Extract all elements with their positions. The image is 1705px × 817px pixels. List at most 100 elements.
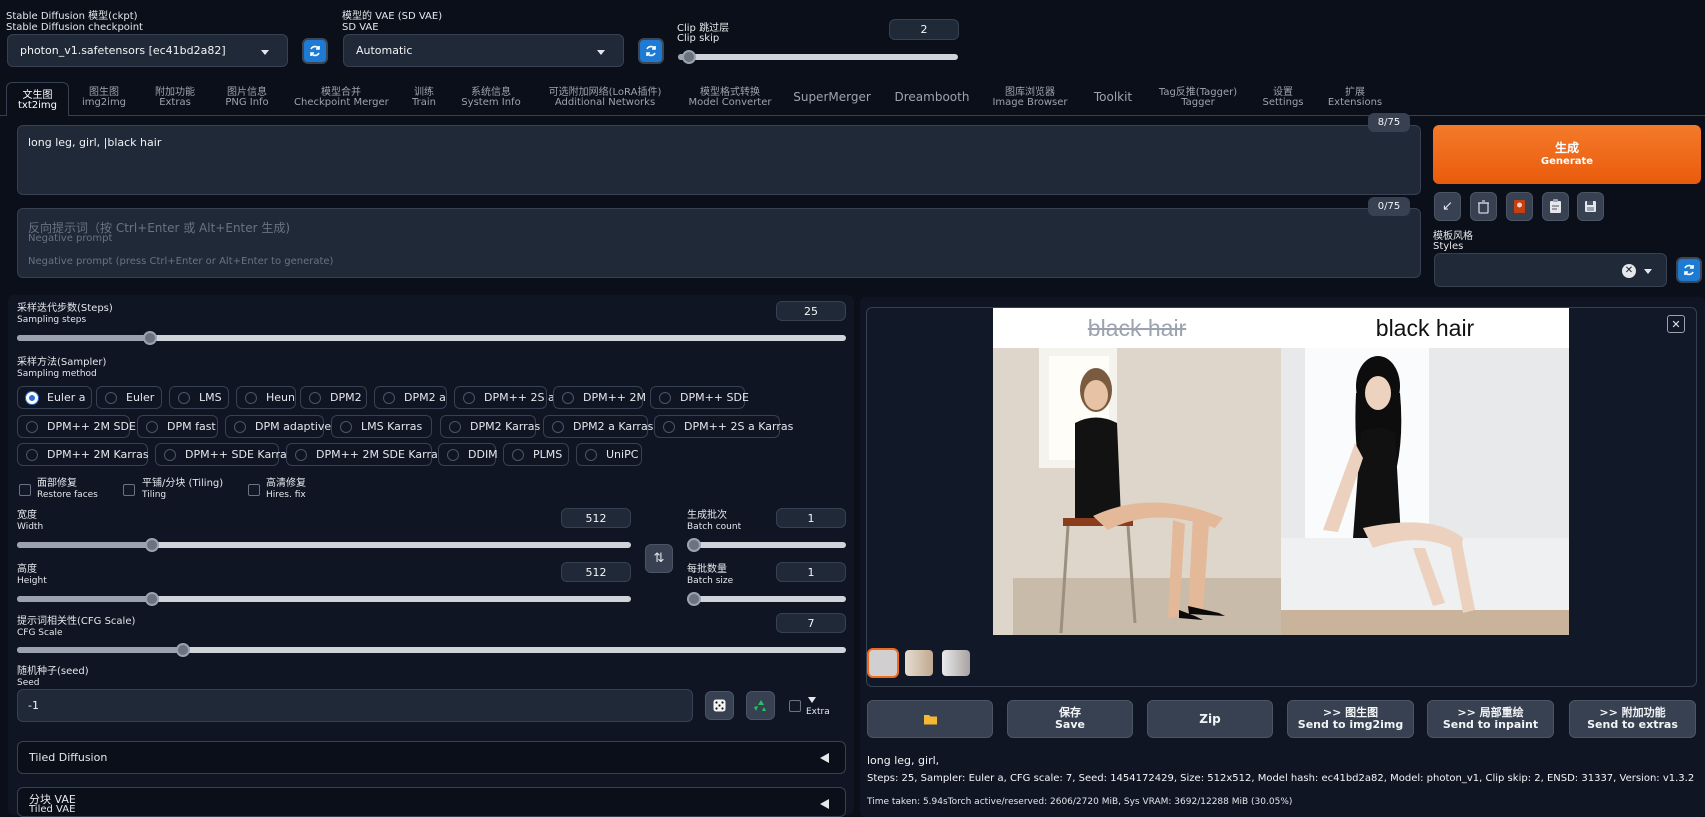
sampler-option[interactable]: UniPC — [576, 443, 642, 466]
tab-toolkit[interactable]: Toolkit — [1086, 91, 1140, 103]
tab-supermerger[interactable]: SuperMerger — [790, 91, 874, 103]
sampler-option[interactable]: DPM2 Karras — [440, 415, 540, 438]
save-button[interactable]: 保存 Save — [1007, 700, 1133, 738]
sampler-option[interactable]: DPM2 — [300, 386, 367, 409]
styles-dropdown[interactable]: ✕ — [1434, 253, 1667, 287]
tiled-diffusion-accordion[interactable]: Tiled Diffusion — [17, 741, 846, 774]
send-to-img2img-button[interactable]: >> 图生图 Send to img2img — [1287, 700, 1414, 738]
slider-handle[interactable] — [145, 592, 160, 606]
tiling-checkbox[interactable] — [123, 484, 135, 496]
close-icon[interactable]: ✕ — [1667, 315, 1685, 333]
tab-checkpoint-merger[interactable]: 模型合并 Checkpoint Merger — [294, 88, 389, 108]
sampler-option[interactable]: Heun — [236, 386, 296, 409]
slider-handle[interactable] — [175, 643, 190, 657]
sampler-option[interactable]: Euler a — [17, 386, 92, 409]
radio-circle-icon — [663, 420, 675, 433]
extra-seed-checkbox[interactable] — [789, 700, 801, 712]
zip-button[interactable]: Zip — [1147, 700, 1273, 738]
sampler-option[interactable]: DPM2 a — [374, 386, 447, 409]
refresh-checkpoint-button[interactable] — [302, 38, 328, 64]
batch-count-input[interactable]: 1 — [776, 508, 846, 528]
clip-skip-slider[interactable] — [678, 50, 958, 64]
batch-count-slider[interactable] — [687, 538, 846, 552]
refresh-vae-button[interactable] — [638, 38, 664, 64]
width-input[interactable]: 512 — [561, 508, 631, 528]
refresh-styles-button[interactable] — [1676, 257, 1702, 283]
sampler-option[interactable]: DPM++ 2S a Karras — [654, 415, 793, 438]
restore-faces-checkbox[interactable] — [19, 484, 31, 496]
thumbnail-image-1[interactable] — [905, 650, 933, 676]
tab-extras[interactable]: 附加功能 Extras — [144, 88, 206, 108]
tab-model-converter[interactable]: 模型格式转换 Model Converter — [684, 88, 776, 108]
tab-dreambooth[interactable]: Dreambooth — [890, 91, 974, 103]
cfg-input[interactable]: 7 — [776, 613, 846, 633]
sampler-option[interactable]: DDIM — [438, 443, 498, 466]
tab-settings[interactable]: 设置 Settings — [1258, 88, 1308, 108]
sampler-option[interactable]: DPM++ 2M Karras — [17, 443, 149, 466]
sampler-option[interactable]: LMS — [169, 386, 229, 409]
tab-png-info[interactable]: 图片信息 PNG Info — [216, 88, 278, 108]
cfg-slider[interactable] — [17, 643, 846, 657]
triangle-down-icon — [808, 697, 816, 703]
preview-image[interactable]: black hair black hair — [993, 308, 1569, 635]
negative-prompt-textarea[interactable]: 反向提示词（按 Ctrl+Enter 或 Alt+Enter 生成) Negat… — [17, 208, 1421, 278]
show-extra-networks-button[interactable] — [1506, 192, 1533, 221]
slider-handle[interactable] — [687, 538, 701, 552]
steps-label-en: Sampling steps — [17, 315, 87, 325]
tab-train[interactable]: 训练 Train — [404, 88, 444, 108]
tab-image-browser[interactable]: 图库浏览器 Image Browser — [992, 88, 1068, 108]
tab-img2img[interactable]: 图生图 img2img — [76, 88, 132, 108]
hires-fix-checkbox[interactable] — [248, 484, 260, 496]
clear-icon[interactable]: ✕ — [1622, 264, 1636, 278]
tab-txt2img[interactable]: 文生图 txt2img — [6, 82, 69, 116]
tab-tagger[interactable]: Tag反推(Tagger) Tagger — [1156, 88, 1240, 108]
tab-extensions[interactable]: 扩展 Extensions — [1322, 88, 1388, 108]
send-to-inpaint-button[interactable]: >> 局部重绘 Send to inpaint — [1427, 700, 1554, 738]
batch-size-slider[interactable] — [687, 592, 846, 606]
prompt-textarea[interactable]: long leg, girl, |black hair — [17, 125, 1421, 195]
swap-dimensions-button[interactable]: ⇅ — [645, 544, 673, 573]
save-style-button[interactable] — [1577, 192, 1604, 221]
tab-additional-networks[interactable]: 可选附加网络(LoRA插件) Additional Networks — [540, 88, 670, 108]
sampler-option[interactable]: DPM++ 2M SDE Karras — [286, 443, 444, 466]
height-input[interactable]: 512 — [561, 562, 631, 582]
sampler-option[interactable]: DPM++ 2M — [553, 386, 646, 409]
slider-handle[interactable] — [145, 538, 160, 552]
radio-circle-icon — [26, 391, 38, 404]
slider-handle[interactable] — [142, 331, 157, 345]
width-slider[interactable] — [17, 538, 631, 552]
vae-dropdown[interactable]: Automatic — [343, 34, 624, 67]
clear-prompt-button[interactable] — [1470, 192, 1497, 221]
steps-slider[interactable] — [17, 331, 846, 345]
random-seed-button[interactable] — [705, 691, 734, 720]
read-params-button[interactable]: ↙ — [1434, 192, 1461, 221]
tab-system-info[interactable]: 系统信息 System Info — [458, 88, 524, 108]
generate-button[interactable]: 生成 Generate — [1433, 125, 1701, 184]
sampler-option[interactable]: DPM++ 2S a — [454, 386, 555, 409]
send-to-extras-button[interactable]: >> 附加功能 Send to extras — [1569, 700, 1696, 738]
seed-input[interactable]: -1 — [17, 689, 693, 722]
slider-handle[interactable] — [687, 592, 701, 606]
reuse-seed-button[interactable] — [746, 691, 775, 720]
slider-handle[interactable] — [682, 50, 697, 64]
sampler-option[interactable]: DPM adaptive — [225, 415, 331, 438]
thumbnail-image-2[interactable] — [942, 650, 970, 676]
clip-skip-input[interactable]: 2 — [889, 19, 959, 40]
sampler-option[interactable]: LMS Karras — [331, 415, 432, 438]
batch-size-input[interactable]: 1 — [776, 562, 846, 582]
restore-faces-label-en: Restore faces — [37, 490, 98, 500]
height-slider[interactable] — [17, 592, 631, 606]
sampler-option[interactable]: DPM fast — [137, 415, 218, 438]
sampler-option[interactable]: PLMS — [503, 443, 569, 466]
open-folder-button[interactable] — [867, 700, 993, 738]
sampler-option[interactable]: DPM2 a Karras — [543, 415, 653, 438]
checkpoint-dropdown[interactable]: photon_v1.safetensors [ec41bd2a82] — [7, 34, 288, 67]
sampler-option[interactable]: DPM++ 2M SDE — [17, 415, 136, 438]
tiled-vae-accordion[interactable]: 分块 VAE Tiled VAE — [17, 787, 846, 817]
sampler-option[interactable]: Euler — [96, 386, 162, 409]
apply-style-button[interactable] — [1542, 192, 1569, 221]
sampler-option[interactable]: DPM++ SDE — [650, 386, 749, 409]
thumbnail-grid[interactable] — [867, 648, 899, 678]
sampler-option[interactable]: DPM++ SDE Karras — [155, 443, 293, 466]
steps-input[interactable]: 25 — [776, 301, 846, 321]
